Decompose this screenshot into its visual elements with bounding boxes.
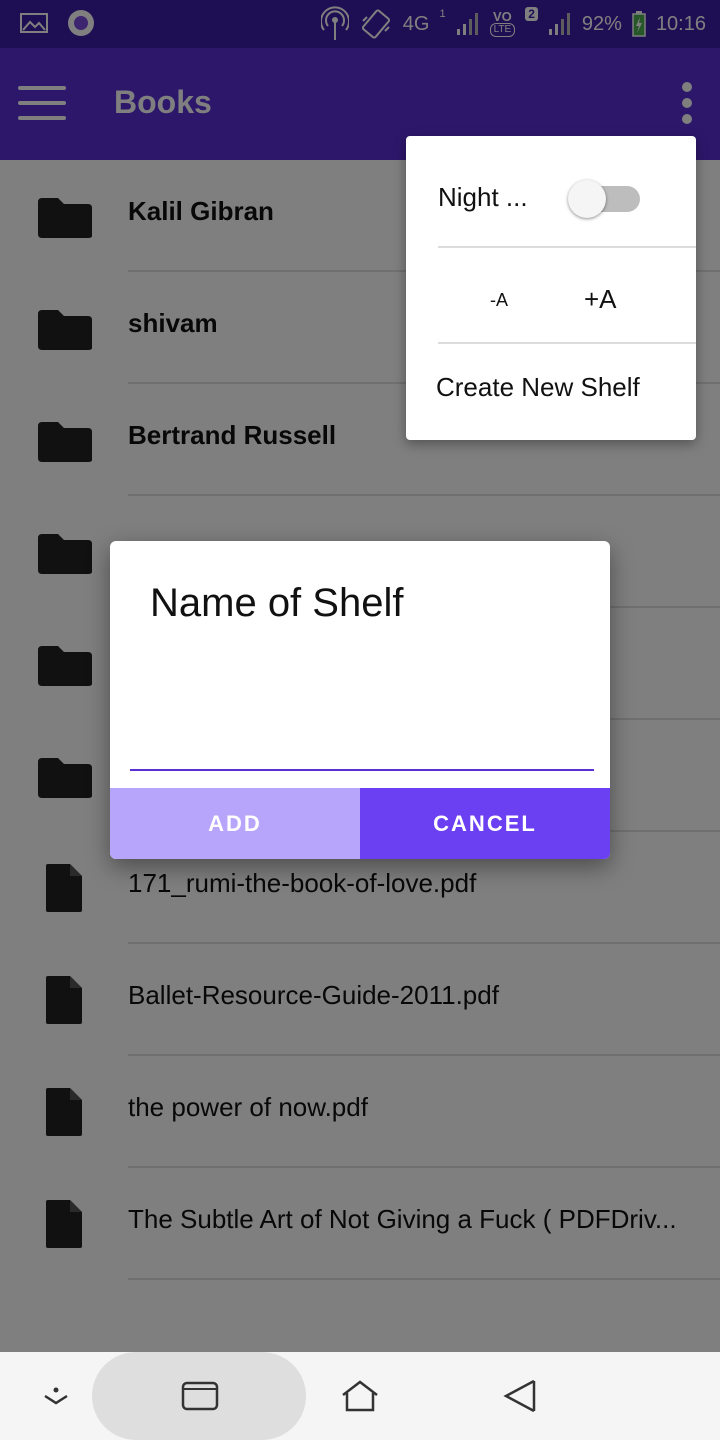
recents-button[interactable] (160, 1352, 240, 1440)
divider (438, 342, 696, 344)
decrease-font-button[interactable]: -A (490, 290, 508, 311)
back-icon (503, 1379, 536, 1413)
create-shelf-dialog: Name of Shelf ADD CANCEL (110, 541, 610, 859)
night-mode-toggle[interactable] (568, 180, 640, 218)
shelf-name-input[interactable] (130, 731, 594, 771)
cancel-button[interactable]: CANCEL (360, 788, 610, 859)
home-button[interactable] (320, 1352, 400, 1440)
hide-keyboard-icon (44, 1387, 68, 1405)
navigation-bar (0, 1352, 720, 1440)
divider (438, 246, 696, 248)
add-button[interactable]: ADD (110, 788, 360, 859)
night-mode-label: Night ... (438, 182, 528, 212)
overflow-menu: Night ... -A +A Create New Shelf (406, 136, 696, 440)
dialog-title: Name of Shelf (150, 581, 404, 625)
recents-icon (181, 1381, 219, 1411)
toggle-knob (568, 180, 606, 218)
hide-keyboard-button[interactable] (30, 1352, 82, 1440)
increase-font-button[interactable]: +A (584, 284, 617, 315)
create-new-shelf-item[interactable]: Create New Shelf (436, 372, 640, 403)
home-icon (342, 1380, 378, 1412)
back-button[interactable] (480, 1352, 560, 1440)
